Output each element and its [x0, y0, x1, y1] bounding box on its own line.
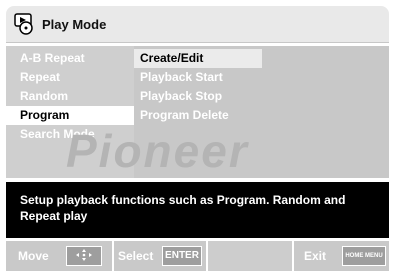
- help-box: Setup playback functions such as Program…: [6, 182, 389, 238]
- move-label: Move: [18, 249, 49, 263]
- help-text: Setup playback functions such as Program…: [20, 193, 346, 223]
- footer-spacer: [208, 241, 292, 271]
- select-hint: Select ENTER: [114, 241, 206, 271]
- exit-hint: Exit HOME MENU: [294, 241, 389, 271]
- home-menu-key[interactable]: HOME MENU: [342, 246, 386, 266]
- move-hint: Move: [6, 241, 112, 271]
- submenu-item-program-delete[interactable]: Program Delete: [134, 106, 262, 125]
- page-title: Play Mode: [42, 17, 107, 32]
- enter-key[interactable]: ENTER: [162, 246, 202, 266]
- play-mode-icon: [14, 13, 33, 35]
- pioneer-watermark: Pioneer: [66, 125, 249, 177]
- submenu-item-playback-start[interactable]: Playback Start: [134, 68, 262, 87]
- menu-panel: A-B Repeat Repeat Random Program Search …: [6, 46, 389, 178]
- menu-item-repeat[interactable]: Repeat: [6, 68, 134, 87]
- cursor-keys-icon: [66, 246, 102, 266]
- submenu-item-playback-stop[interactable]: Playback Stop: [134, 87, 262, 106]
- submenu-item-create-edit[interactable]: Create/Edit: [134, 49, 262, 68]
- menu-item-ab-repeat[interactable]: A-B Repeat: [6, 49, 134, 68]
- select-label: Select: [118, 249, 154, 263]
- exit-label: Exit: [304, 249, 327, 263]
- header-bar: Play Mode: [6, 6, 389, 43]
- menu-item-random[interactable]: Random: [6, 87, 134, 106]
- play-mode-screen: Play Mode A-B Repeat Repeat Random Progr…: [0, 0, 395, 275]
- menu-item-program[interactable]: Program: [6, 106, 134, 125]
- footer-bar: Move Select ENTER Exit HOME MENU: [6, 241, 389, 271]
